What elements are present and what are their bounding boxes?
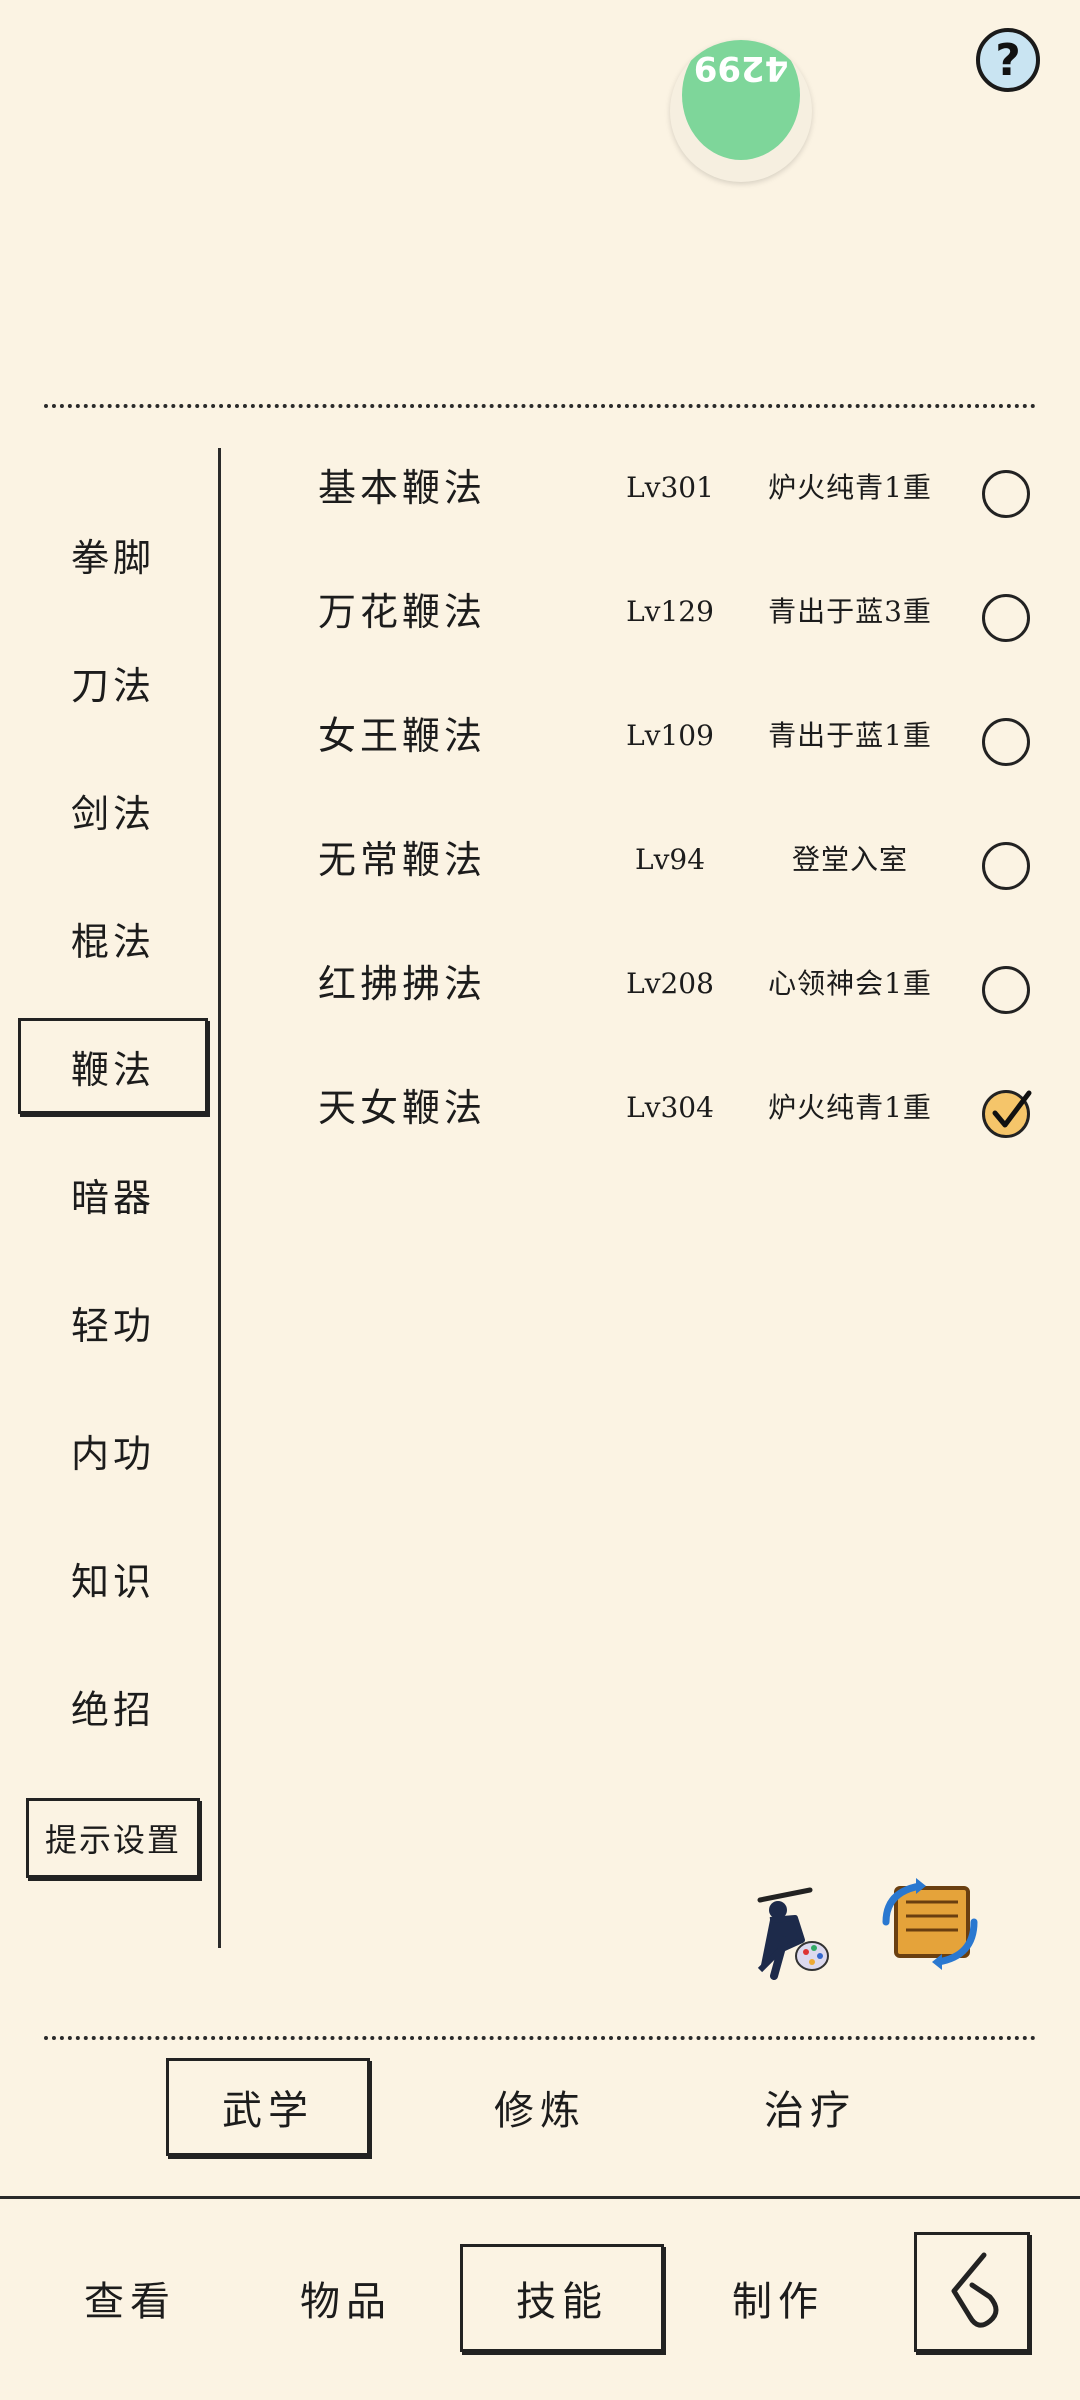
skill-stage: 青出于蓝1重 — [768, 719, 932, 752]
skill-select-radio[interactable] — [982, 842, 1030, 890]
skill-select-radio[interactable] — [982, 966, 1030, 1014]
avatar-badge-text: 4299 — [682, 40, 800, 160]
category-anqi[interactable]: 暗器 — [18, 1146, 208, 1242]
skill-name: 万花鞭法 — [318, 590, 487, 634]
help-button[interactable]: ? — [976, 28, 1040, 92]
skill-select-radio[interactable] — [982, 470, 1030, 518]
category-neigong[interactable]: 内功 — [18, 1402, 208, 1498]
skill-name: 红拂拂法 — [318, 962, 487, 1006]
scroll-swap-icon[interactable] — [876, 1872, 978, 1970]
skill-name: 女王鞭法 — [318, 714, 487, 758]
lower-divider — [44, 2036, 1036, 2040]
skill-row[interactable]: 基本鞭法 Lv301 炉火纯青1重 — [300, 438, 1060, 538]
skill-stage: 炉火纯青1重 — [768, 471, 932, 504]
nav-wupin[interactable]: 物品 — [244, 2244, 448, 2352]
player-avatar[interactable]: 4299 — [670, 40, 812, 182]
category-jianfa[interactable]: 剑法 — [18, 762, 208, 858]
category-bianfa[interactable]: 鞭法 — [18, 1018, 208, 1114]
skill-row[interactable]: 红拂拂法 Lv208 心领神会1重 — [300, 934, 1060, 1034]
skill-row[interactable]: 万花鞭法 Lv129 青出于蓝3重 — [300, 562, 1060, 662]
nav-chakan[interactable]: 查看 — [28, 2244, 232, 2352]
category-gunfa[interactable]: 棍法 — [18, 890, 208, 986]
category-quanjiao[interactable]: 拳脚 — [18, 506, 208, 602]
top-divider — [44, 404, 1036, 408]
category-juezhao[interactable]: 绝招 — [18, 1658, 208, 1754]
tab-zhiliao[interactable]: 治疗 — [708, 2058, 912, 2156]
skill-stage: 登堂入室 — [791, 843, 908, 876]
checkmark-icon — [992, 1090, 1032, 1128]
skill-row[interactable]: 女王鞭法 Lv109 青出于蓝1重 — [300, 686, 1060, 786]
skill-name: 无常鞭法 — [318, 838, 487, 882]
category-zhishi[interactable]: 知识 — [18, 1530, 208, 1626]
skill-stage: 炉火纯青1重 — [768, 1091, 932, 1124]
hint-settings-button[interactable]: 提示设置 — [26, 1798, 200, 1878]
skill-select-radio-checked[interactable] — [982, 1090, 1032, 1138]
category-daofa[interactable]: 刀法 — [18, 634, 208, 730]
tab-xiulian[interactable]: 修炼 — [438, 2058, 642, 2156]
nav-zhizuo[interactable]: 制作 — [676, 2244, 880, 2352]
bottom-divider — [0, 2196, 1080, 2199]
back-button[interactable] — [914, 2232, 1030, 2352]
skill-name: 基本鞭法 — [318, 466, 487, 510]
tab-wuxue[interactable]: 武学 — [166, 2058, 370, 2156]
skill-row[interactable]: 天女鞭法 Lv304 炉火纯青1重 — [300, 1058, 1060, 1158]
skill-select-radio[interactable] — [982, 718, 1030, 766]
category-qinggong[interactable]: 轻功 — [18, 1274, 208, 1370]
column-divider — [218, 448, 221, 1948]
nav-jineng[interactable]: 技能 — [460, 2244, 664, 2352]
back-arrow-icon — [951, 2252, 999, 2328]
skill-name: 天女鞭法 — [318, 1086, 487, 1130]
skill-stage: 青出于蓝3重 — [768, 595, 932, 628]
skill-stage: 心领神会1重 — [768, 967, 932, 1000]
skill-row[interactable]: 无常鞭法 Lv94 登堂入室 — [300, 810, 1060, 910]
martial-artist-palette-icon[interactable] — [740, 1880, 830, 1980]
skill-select-radio[interactable] — [982, 594, 1030, 642]
